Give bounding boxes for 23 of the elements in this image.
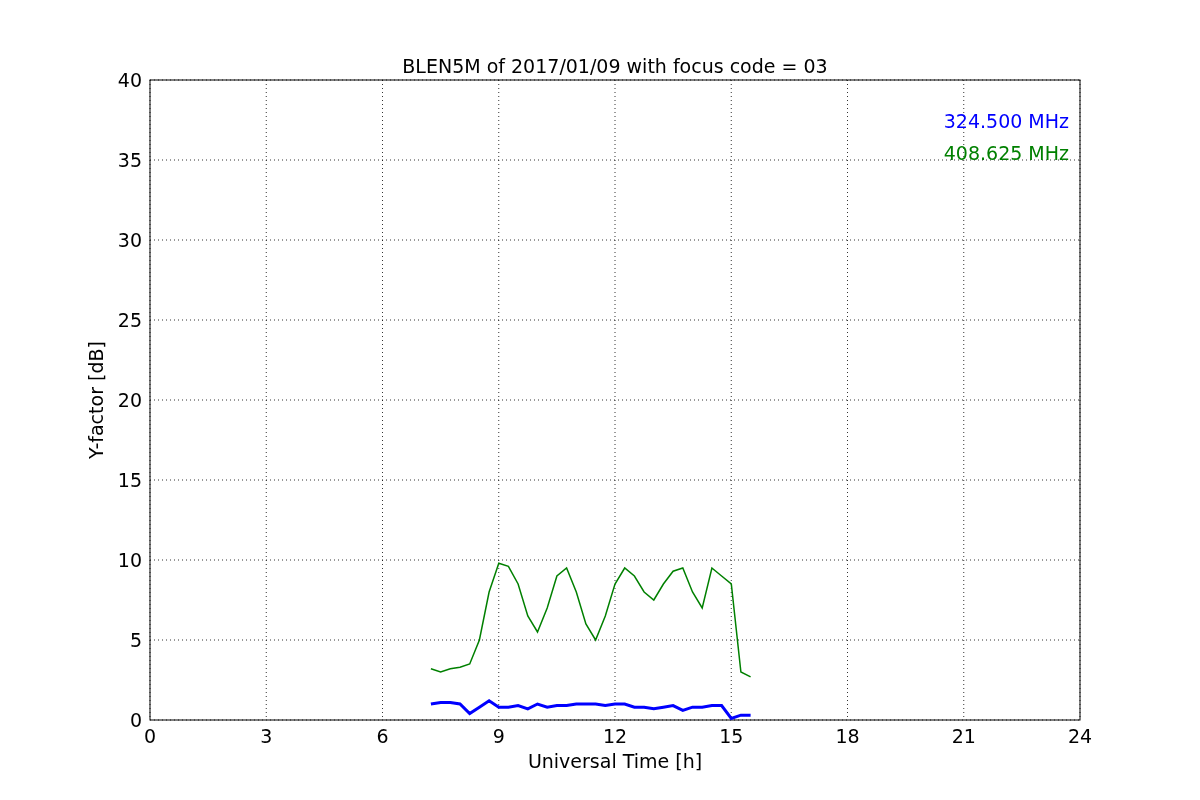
y-tick-label: 10 (117, 549, 142, 571)
legend-label: 408.625 MHz (943, 142, 1069, 164)
y-tick-label: 40 (117, 69, 142, 91)
y-tick-label: 25 (117, 309, 142, 331)
x-tick-label: 24 (1067, 725, 1093, 747)
x-axis-label: Universal Time [h] (527, 750, 703, 772)
x-tick-label: 18 (835, 725, 860, 747)
x-tick-label: 15 (719, 725, 744, 747)
legend-label: 324.500 MHz (943, 110, 1069, 132)
y-tick-label: 15 (117, 469, 142, 491)
x-tick-label: 6 (376, 725, 389, 747)
y-tick-label: 30 (117, 229, 142, 251)
y-tick-label: 35 (117, 149, 142, 171)
x-tick-label: 3 (260, 725, 273, 747)
y-tick-label: 0 (129, 709, 142, 731)
chart-title: BLEN5M of 2017/01/09 with focus code = 03 (402, 55, 828, 77)
x-tick-label: 12 (602, 725, 628, 747)
y-axis-label: Y-factor [dB] (85, 341, 107, 459)
y-tick-label: 20 (117, 389, 142, 411)
x-tick-label: 9 (492, 725, 505, 747)
x-tick-label: 21 (951, 725, 976, 747)
y-tick-label: 5 (129, 629, 142, 651)
x-tick-label: 0 (143, 725, 157, 747)
